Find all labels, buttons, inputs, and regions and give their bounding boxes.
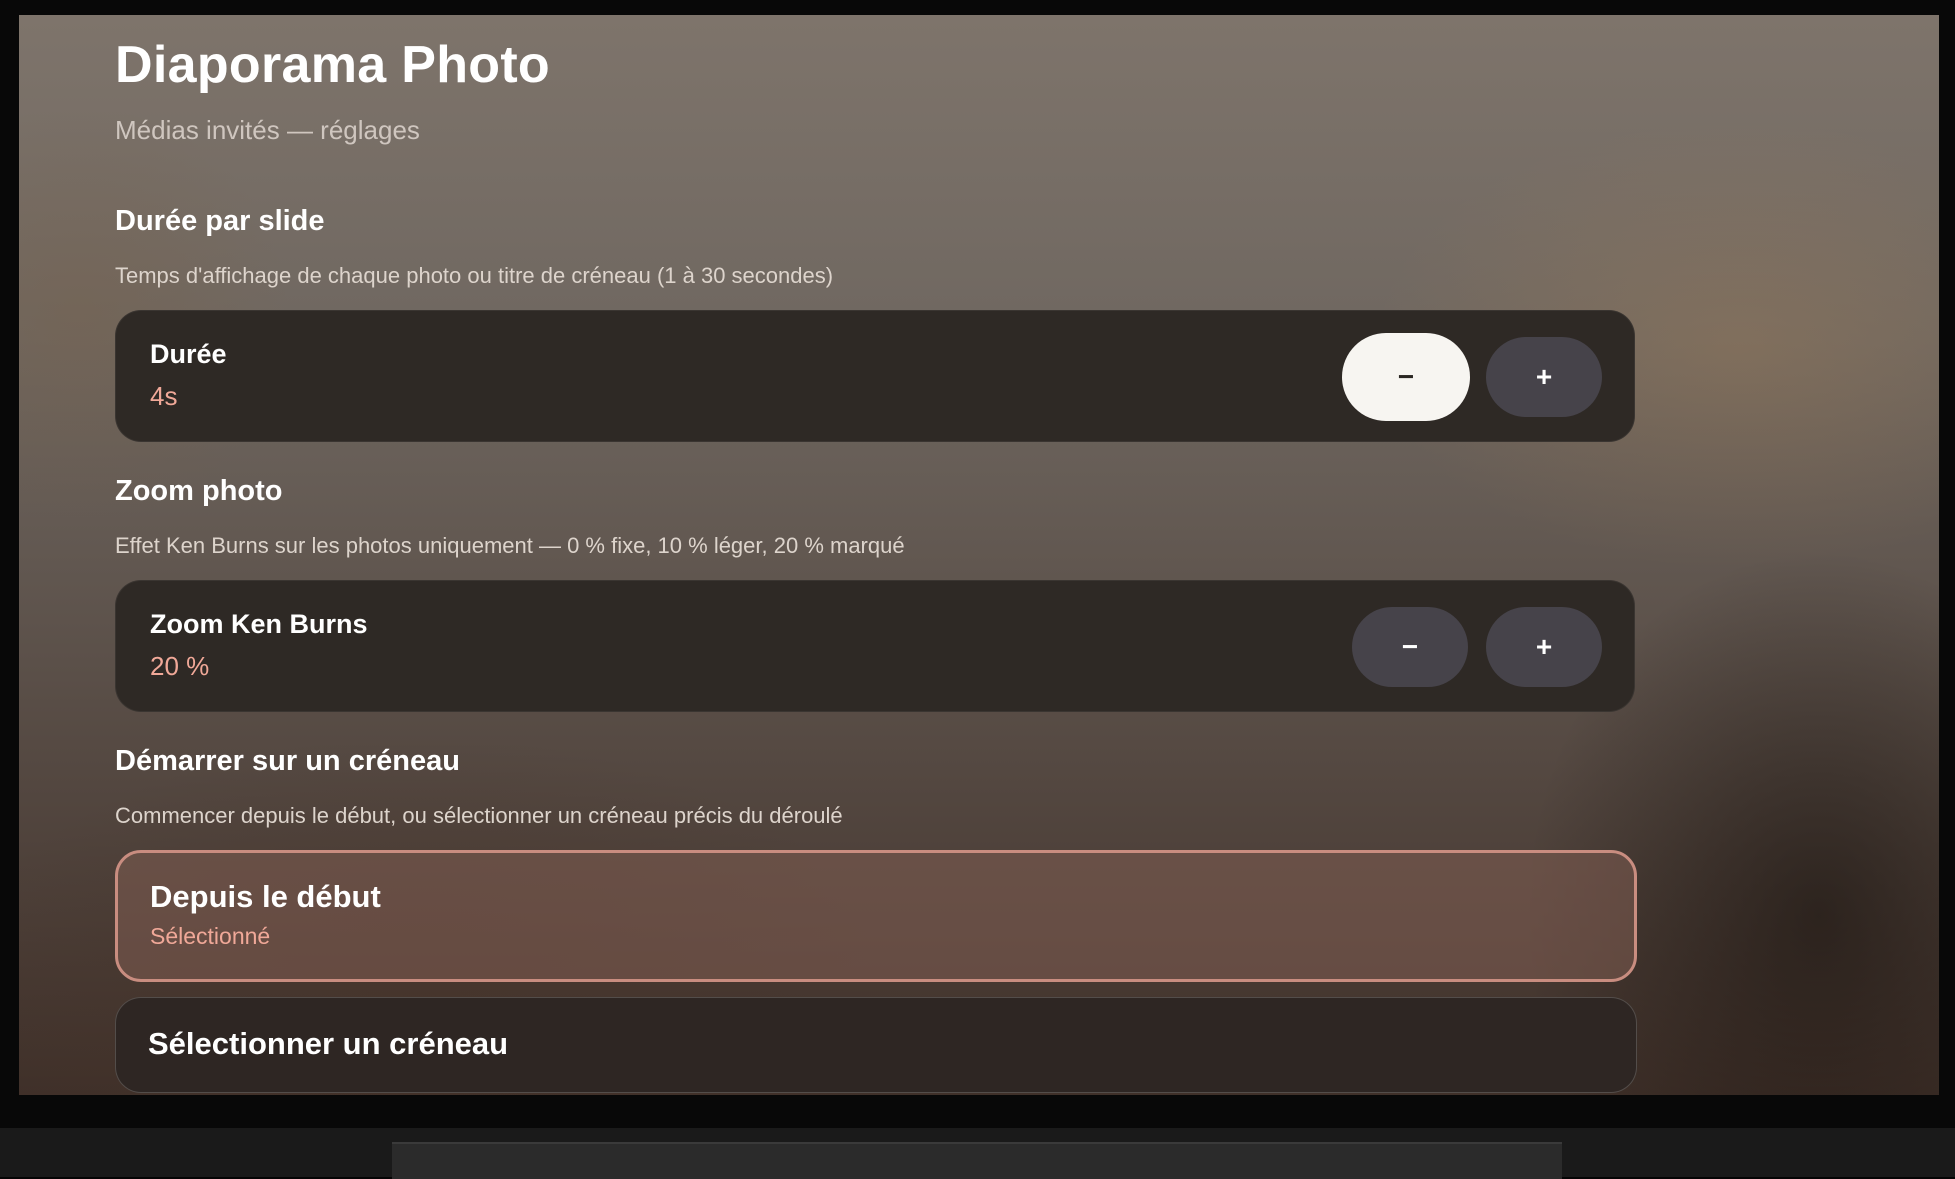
tv-stand-neck [392,1142,1562,1179]
page-title: Diaporama Photo [115,36,550,94]
page-subtitle: Médias invités — réglages [115,115,420,145]
duration-setting-card: Durée 4s − + [115,310,1635,442]
option-from-start-label: Depuis le début [150,879,381,914]
zoom-increase-button[interactable]: + [1486,607,1602,687]
duration-section-title: Durée par slide [115,205,325,237]
option-select-slot[interactable]: Sélectionner un créneau [115,997,1637,1093]
zoom-label: Zoom Ken Burns [150,609,368,639]
duration-section-description: Temps d'affichage de chaque photo ou tit… [115,263,834,288]
duration-value: 4s [150,381,178,411]
option-from-start[interactable]: Depuis le début Sélectionné [115,850,1637,982]
duration-decrease-button[interactable]: − [1342,333,1470,421]
option-select-slot-label: Sélectionner un créneau [148,1026,509,1061]
zoom-value: 20 % [150,651,210,681]
tv-screen: Diaporama Photo Médias invités — réglage… [19,15,1939,1095]
start-section-title: Démarrer sur un créneau [115,745,460,777]
start-section-description: Commencer depuis le début, ou sélectionn… [115,803,843,828]
zoom-decrease-button[interactable]: − [1352,607,1468,687]
zoom-setting-card: Zoom Ken Burns 20 % − + [115,580,1635,712]
duration-label: Durée [150,339,227,369]
zoom-section-title: Zoom photo [115,475,283,507]
option-selected-badge: Sélectionné [150,923,271,949]
zoom-section-description: Effet Ken Burns sur les photos uniquemen… [115,533,905,558]
duration-increase-button[interactable]: + [1486,337,1602,417]
